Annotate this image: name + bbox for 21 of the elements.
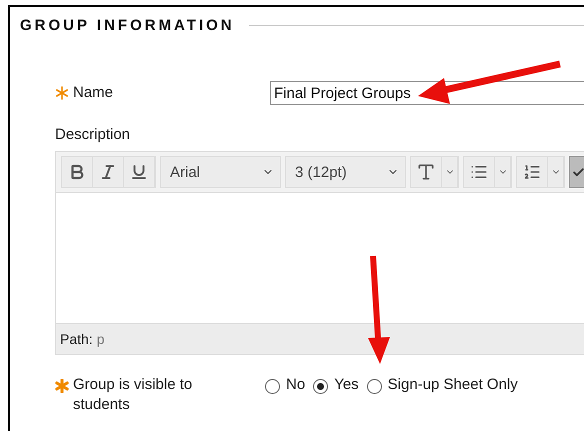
radio-button[interactable] [265,379,280,394]
field-label: Name [73,83,114,103]
radio-option[interactable]: Sign-up Sheet Only [366,375,518,395]
name-field[interactable]: Final Project Groups [270,81,584,105]
italic-icon [99,163,117,181]
path-value: p [96,331,104,347]
field-label: Group is visible to students [73,375,194,415]
numbered-list-icon [523,163,541,181]
radio-option[interactable]: No [265,375,306,395]
path-label: Path: [60,331,93,347]
text-color-icon [416,162,436,182]
size-select[interactable]: 3 (12pt) [285,156,406,188]
bullet-list-icon [470,163,488,181]
radio-option[interactable]: Yes [313,375,359,395]
field-label: Description [55,125,130,145]
radio-button[interactable] [313,379,328,394]
section-title: GROUP INFORMATION [20,17,235,34]
radio-button[interactable] [366,379,382,394]
font-select[interactable]: Arial [160,156,281,188]
check-icon [572,166,584,178]
underline-icon [130,163,148,181]
